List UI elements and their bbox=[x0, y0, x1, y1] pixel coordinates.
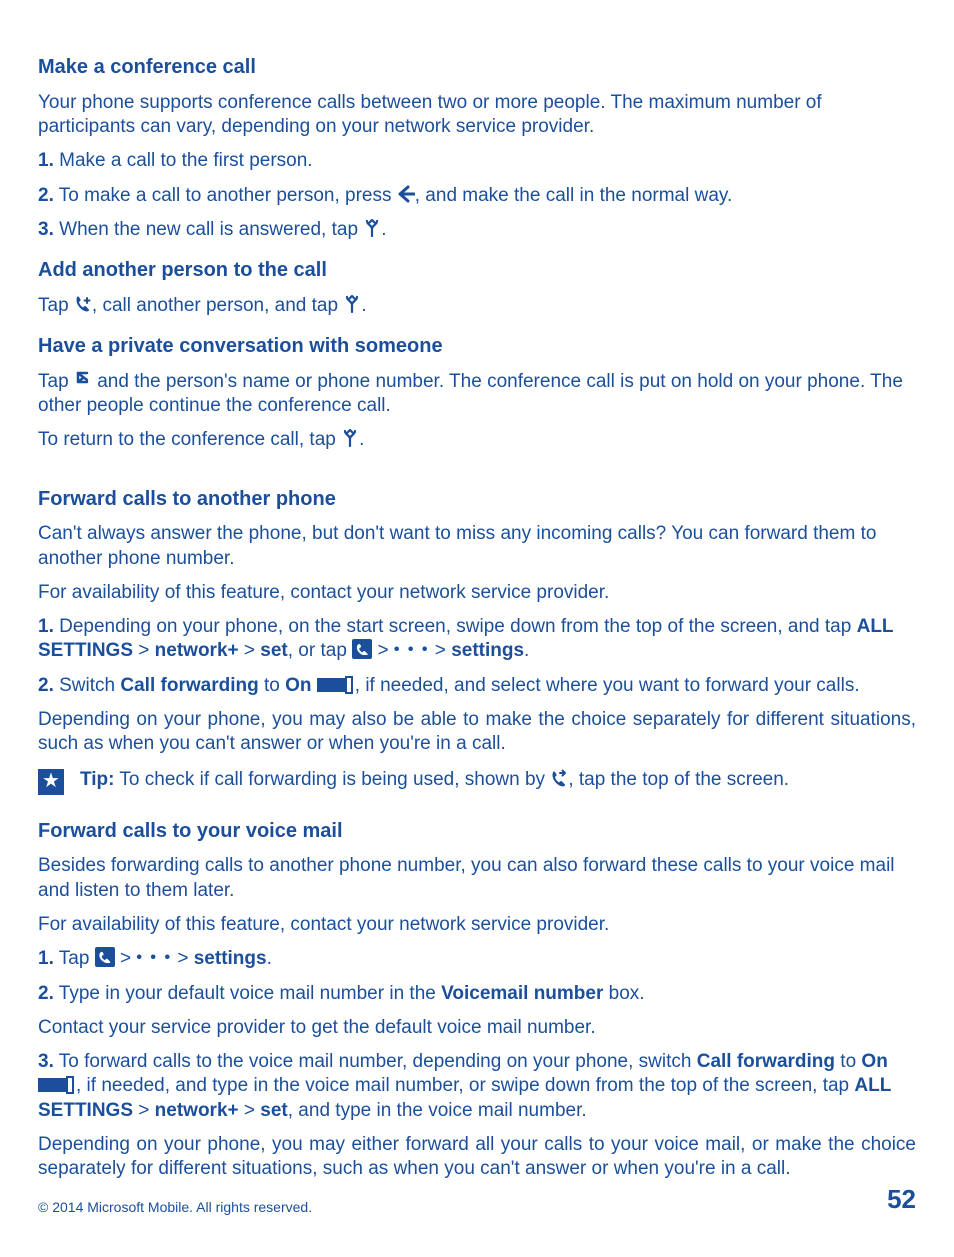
tip-callout: Tip: To check if call forwarding is bein… bbox=[38, 767, 916, 795]
paragraph: For availability of this feature, contac… bbox=[38, 581, 916, 605]
tip-label: Tip: bbox=[80, 769, 114, 790]
step-2: 2. Switch Call forwarding to On , if nee… bbox=[38, 674, 916, 698]
step-1: 1. Tap > • • • > settings. bbox=[38, 947, 916, 971]
merge-calls-icon bbox=[341, 429, 359, 447]
more-icon: • • • bbox=[136, 948, 172, 968]
paragraph: Can't always answer the phone, but don't… bbox=[38, 522, 916, 571]
tip-star-icon bbox=[38, 769, 64, 795]
paragraph: For availability of this feature, contac… bbox=[38, 913, 916, 937]
toggle-on-icon bbox=[317, 676, 355, 694]
document-body: Make a conference call Your phone suppor… bbox=[38, 55, 916, 1182]
paragraph: Tap , call another person, and tap . bbox=[38, 294, 916, 318]
add-call-icon bbox=[74, 295, 92, 313]
heading-forward-phone: Forward calls to another phone bbox=[38, 487, 916, 513]
step-2: 2. Type in your default voice mail numbe… bbox=[38, 982, 916, 1006]
paragraph: Contact your service provider to get the… bbox=[38, 1016, 916, 1040]
paragraph: Depending on your phone, you may also be… bbox=[38, 708, 916, 757]
paragraph: To return to the conference call, tap . bbox=[38, 428, 916, 452]
page-number: 52 bbox=[887, 1184, 916, 1215]
toggle-on-icon bbox=[38, 1076, 76, 1094]
step-3: 3. When the new call is answered, tap . bbox=[38, 218, 916, 242]
heading-conference: Make a conference call bbox=[38, 55, 916, 81]
step-2: 2. To make a call to another person, pre… bbox=[38, 184, 916, 208]
merge-calls-icon bbox=[363, 219, 381, 237]
step-3: 3. To forward calls to the voice mail nu… bbox=[38, 1050, 916, 1123]
merge-calls-icon bbox=[343, 295, 361, 313]
more-icon: • • • bbox=[394, 640, 430, 660]
call-forward-indicator-icon bbox=[550, 769, 568, 787]
step-1: 1. Depending on your phone, on the start… bbox=[38, 615, 916, 664]
paragraph: Depending on your phone, you may either … bbox=[38, 1133, 916, 1182]
phone-tile-icon bbox=[352, 639, 372, 659]
subheading-private: Have a private conversation with someone bbox=[38, 334, 916, 360]
back-icon bbox=[397, 185, 415, 203]
paragraph: Your phone supports conference calls bet… bbox=[38, 91, 916, 140]
copyright: © 2014 Microsoft Mobile. All rights rese… bbox=[38, 1199, 312, 1215]
page-footer: © 2014 Microsoft Mobile. All rights rese… bbox=[38, 1184, 916, 1215]
paragraph: Besides forwarding calls to another phon… bbox=[38, 854, 916, 903]
subheading-add-person: Add another person to the call bbox=[38, 258, 916, 284]
heading-forward-voicemail: Forward calls to your voice mail bbox=[38, 819, 916, 845]
paragraph: Tap and the person's name or phone numbe… bbox=[38, 370, 916, 419]
private-call-icon bbox=[74, 371, 92, 389]
phone-tile-icon bbox=[95, 947, 115, 967]
step-1: 1. Make a call to the first person. bbox=[38, 149, 916, 173]
